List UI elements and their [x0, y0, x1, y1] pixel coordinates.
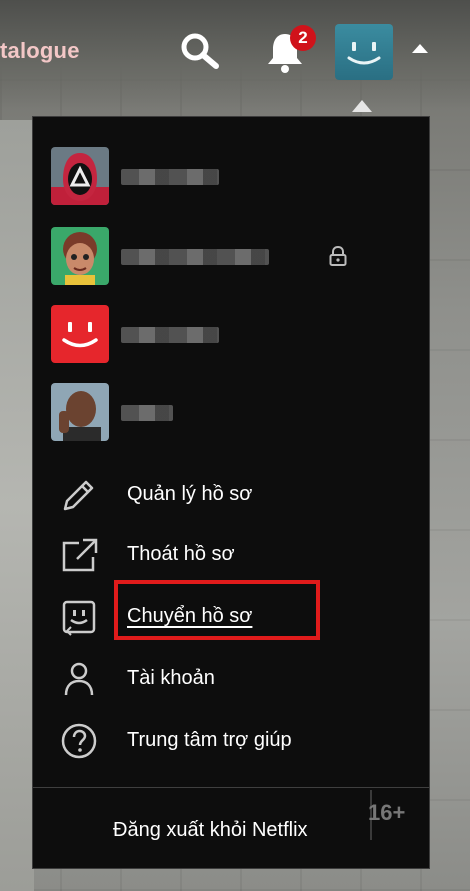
manage-profiles-label: Quản lý hồ sơ: [127, 483, 253, 505]
switch-profile-icon: [59, 597, 99, 637]
age-rating-label: 16+: [368, 800, 406, 825]
lock-icon: [327, 245, 349, 267]
profile-item-4[interactable]: [51, 383, 411, 441]
profile-name-blurred: [121, 249, 269, 265]
nav-link-catalogue[interactable]: talogue: [0, 38, 80, 64]
profile-dropdown-menu: Quản lý hồ sơ Thoát hồ sơ Chuyển hồ sơ T…: [32, 116, 430, 869]
exit-profile-item[interactable]: Thoát hồ sơ: [57, 531, 407, 575]
profile-item-1[interactable]: [51, 147, 411, 205]
exit-profile-label: Thoát hồ sơ: [127, 543, 235, 565]
help-icon: [59, 721, 99, 761]
help-center-label: Trung tâm trợ giúp: [127, 729, 292, 751]
sign-out-label: Đăng xuất khỏi Netflix: [113, 819, 308, 841]
profile-name-blurred: [121, 405, 173, 421]
highlight-annotation-box: [114, 580, 320, 640]
profile-item-3[interactable]: [51, 305, 411, 363]
account-item[interactable]: Tài khoản: [57, 655, 407, 699]
smiley-avatar-icon[interactable]: [335, 24, 393, 80]
masked-guard-avatar: [51, 147, 109, 205]
help-center-item[interactable]: Trung tâm trợ giúp: [57, 717, 407, 761]
profile-name-blurred: [121, 327, 219, 343]
menu-pointer-arrow: [352, 100, 372, 112]
profile-item-2[interactable]: [51, 227, 411, 285]
exit-profile-icon: [59, 535, 99, 575]
account-label: Tài khoản: [127, 667, 215, 689]
red-smiley-avatar: [51, 305, 109, 363]
search-icon[interactable]: [178, 31, 224, 71]
pencil-icon: [59, 475, 99, 515]
animated-girl-avatar: [51, 227, 109, 285]
manage-profiles-item[interactable]: Quản lý hồ sơ: [57, 471, 407, 515]
profile-name-blurred: [121, 169, 219, 185]
man-portrait-avatar: [51, 383, 109, 441]
background-left-panel: [0, 120, 34, 891]
person-icon: [59, 659, 99, 699]
caret-up-icon[interactable]: [412, 44, 428, 53]
notification-count-badge: 2: [290, 25, 316, 51]
